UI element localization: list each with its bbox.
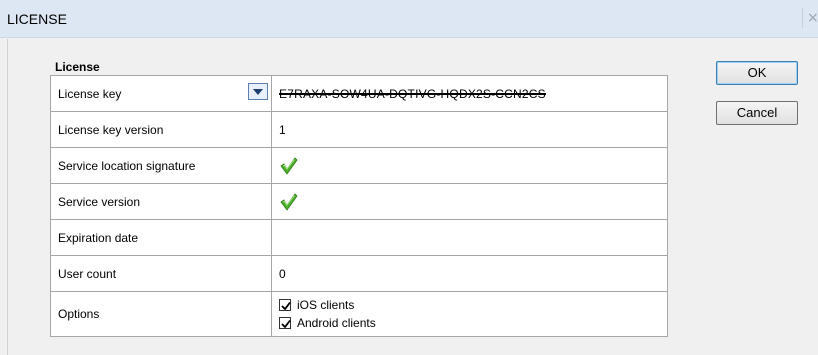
chevron-down-icon — [253, 89, 263, 95]
ok-button[interactable]: OK — [716, 61, 798, 85]
expiration-date-label: Expiration date — [50, 219, 272, 256]
license-key-label: License key — [50, 75, 272, 112]
table-row: Options iOS clients Android clients — [50, 291, 668, 337]
license-key-value-cell[interactable]: E7RAXA-SOW4UA-DQTIVG-HQDX2S-CCN2CS — [271, 75, 668, 112]
table-row: User count 0 — [50, 255, 668, 292]
close-icon[interactable]: × — [802, 8, 818, 28]
green-check-icon — [280, 156, 298, 175]
android-clients-label: Android clients — [297, 316, 376, 330]
license-key-version-value: 1 — [271, 111, 668, 148]
checkmark-icon — [281, 319, 291, 329]
license-key-version-label: License key version — [50, 111, 272, 148]
ios-clients-checkbox[interactable] — [279, 299, 291, 311]
window-titlebar: LICENSE × — [0, 0, 818, 38]
options-label: Options — [50, 291, 272, 337]
table-row: Service version — [50, 183, 668, 220]
service-version-label: Service version — [50, 183, 272, 220]
options-value-cell: iOS clients Android clients — [271, 291, 668, 337]
android-clients-checkbox[interactable] — [279, 317, 291, 329]
table-row: Expiration date — [50, 219, 668, 256]
ios-clients-label: iOS clients — [297, 298, 355, 312]
license-key-dropdown-button[interactable] — [248, 83, 268, 100]
window-title: LICENSE — [7, 11, 67, 27]
table-row: License key version 1 — [50, 111, 668, 148]
license-key-value[interactable]: E7RAXA-SOW4UA-DQTIVG-HQDX2S-CCN2CS — [279, 87, 546, 101]
checkmark-icon — [281, 301, 291, 311]
green-check-icon — [280, 192, 298, 211]
user-count-label: User count — [50, 255, 272, 292]
service-location-signature-value — [271, 147, 668, 184]
license-properties-table: License key E7RAXA-SOW4UA-DQTIVG-HQDX2S-… — [50, 75, 668, 337]
cancel-button[interactable]: Cancel — [716, 101, 798, 125]
service-version-value — [271, 183, 668, 220]
service-location-signature-label: Service location signature — [50, 147, 272, 184]
table-row: Service location signature — [50, 147, 668, 184]
table-row: License key E7RAXA-SOW4UA-DQTIVG-HQDX2S-… — [50, 75, 668, 112]
user-count-value: 0 — [271, 255, 668, 292]
expiration-date-value — [271, 219, 668, 256]
ios-clients-option[interactable]: iOS clients — [279, 296, 660, 314]
license-group-label: License — [55, 60, 100, 74]
android-clients-option[interactable]: Android clients — [279, 314, 660, 332]
